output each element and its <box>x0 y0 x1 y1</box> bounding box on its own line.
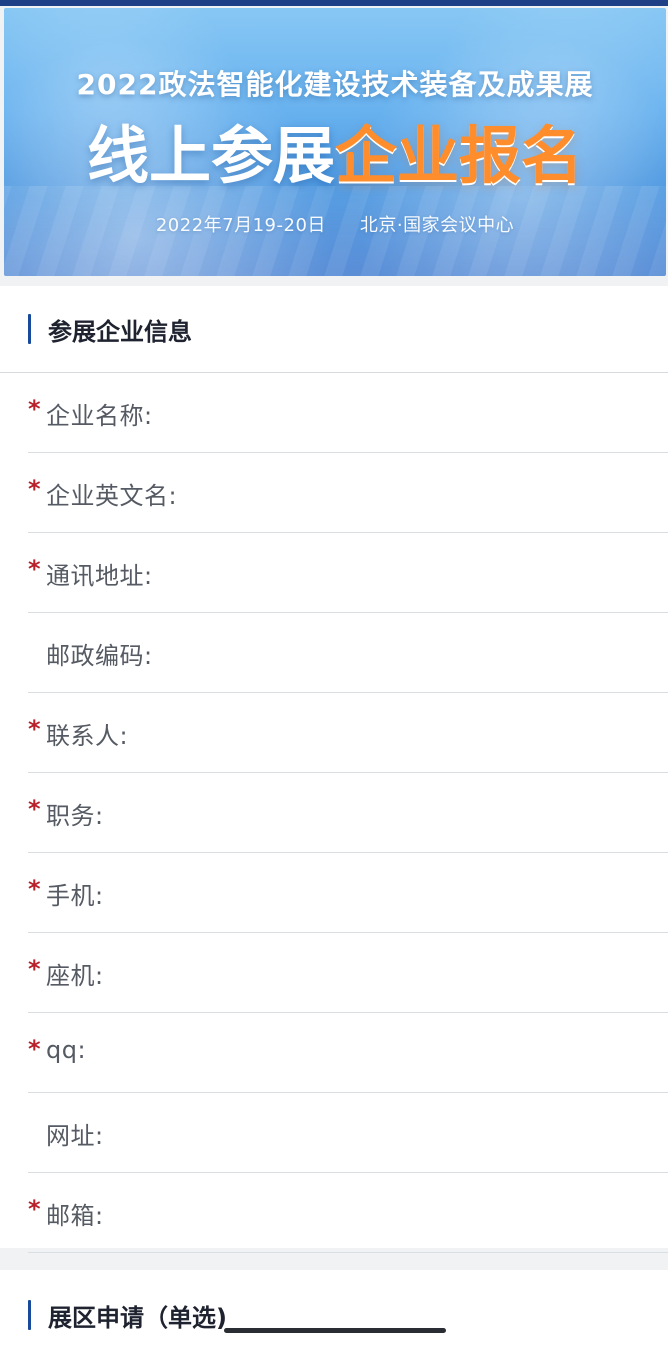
required-star-icon: * <box>28 1035 41 1063</box>
banner-date: 2022年7月19-20日 <box>155 215 326 236</box>
required-star-icon: * <box>28 795 41 823</box>
required-star-icon: * <box>28 955 41 983</box>
field-label-qq: qq: <box>46 1036 87 1064</box>
exhibition-area-section: 展区申请（单选) <box>0 1270 668 1358</box>
form-row-contact-person[interactable]: * 联系人: <box>28 693 668 773</box>
section-accent-bar <box>28 314 31 344</box>
banner-headline-part1: 线上参展 <box>86 119 335 192</box>
field-label-company-english-name: 企业英文名: <box>46 482 178 510</box>
field-label-landline: 座机: <box>46 962 104 990</box>
required-star-icon: * <box>28 1195 41 1223</box>
section-accent-bar <box>28 1300 31 1330</box>
form-row-landline[interactable]: * 座机: <box>28 933 668 1013</box>
required-star-icon: * <box>28 555 41 583</box>
field-label-position: 职务: <box>46 802 104 830</box>
section-header-exhibitor-info: 参展企业信息 <box>0 286 668 373</box>
banner-content: 2022政法智能化建设技术装备及成果展 线上参展企业报名 2022年7月19-2… <box>4 8 666 237</box>
form-row-postal-code[interactable]: 邮政编码: <box>28 613 668 693</box>
required-star-icon: * <box>28 395 41 423</box>
banner-location: 北京·国家会议中心 <box>359 215 515 236</box>
exhibitor-field-list: * 企业名称: * 企业英文名: * 通讯地址: 邮政编码: * 联系人: * … <box>0 373 668 1253</box>
form-row-position[interactable]: * 职务: <box>28 773 668 853</box>
required-star-icon: * <box>28 475 41 503</box>
section-title-exhibition-area: 展区申请（单选) <box>48 1304 227 1332</box>
required-star-icon: * <box>28 875 41 903</box>
form-row-mobile[interactable]: * 手机: <box>28 853 668 933</box>
banner-title: 2022政法智能化建设技术装备及成果展 <box>76 68 594 101</box>
form-row-address[interactable]: * 通讯地址: <box>28 533 668 613</box>
field-label-company-name: 企业名称: <box>46 402 153 430</box>
banner-headline-part2: 企业报名 <box>335 119 584 192</box>
event-banner: 2022政法智能化建设技术装备及成果展 线上参展企业报名 2022年7月19-2… <box>4 8 666 276</box>
form-row-email[interactable]: * 邮箱: <box>28 1173 668 1253</box>
field-label-email: 邮箱: <box>46 1202 104 1230</box>
field-label-mobile: 手机: <box>46 882 104 910</box>
form-row-qq[interactable]: * qq: <box>28 1013 668 1093</box>
form-row-company-english-name[interactable]: * 企业英文名: <box>28 453 668 533</box>
top-strip <box>0 0 668 6</box>
banner-headline: 线上参展企业报名 <box>4 125 666 187</box>
section-title-exhibitor-info: 参展企业信息 <box>48 318 192 346</box>
form-row-company-name[interactable]: * 企业名称: <box>28 373 668 453</box>
exhibitor-info-card: 参展企业信息 * 企业名称: * 企业英文名: * 通讯地址: 邮政编码: * … <box>0 286 668 1253</box>
banner-meta: 2022年7月19-20日 北京·国家会议中心 <box>4 211 666 237</box>
field-label-contact-person: 联系人: <box>46 722 129 750</box>
form-row-website[interactable]: 网址: <box>28 1093 668 1173</box>
field-label-postal-code: 邮政编码: <box>46 642 153 670</box>
home-indicator <box>224 1328 446 1333</box>
field-label-address: 通讯地址: <box>46 562 153 590</box>
field-label-website: 网址: <box>46 1122 104 1150</box>
required-star-icon: * <box>28 715 41 743</box>
